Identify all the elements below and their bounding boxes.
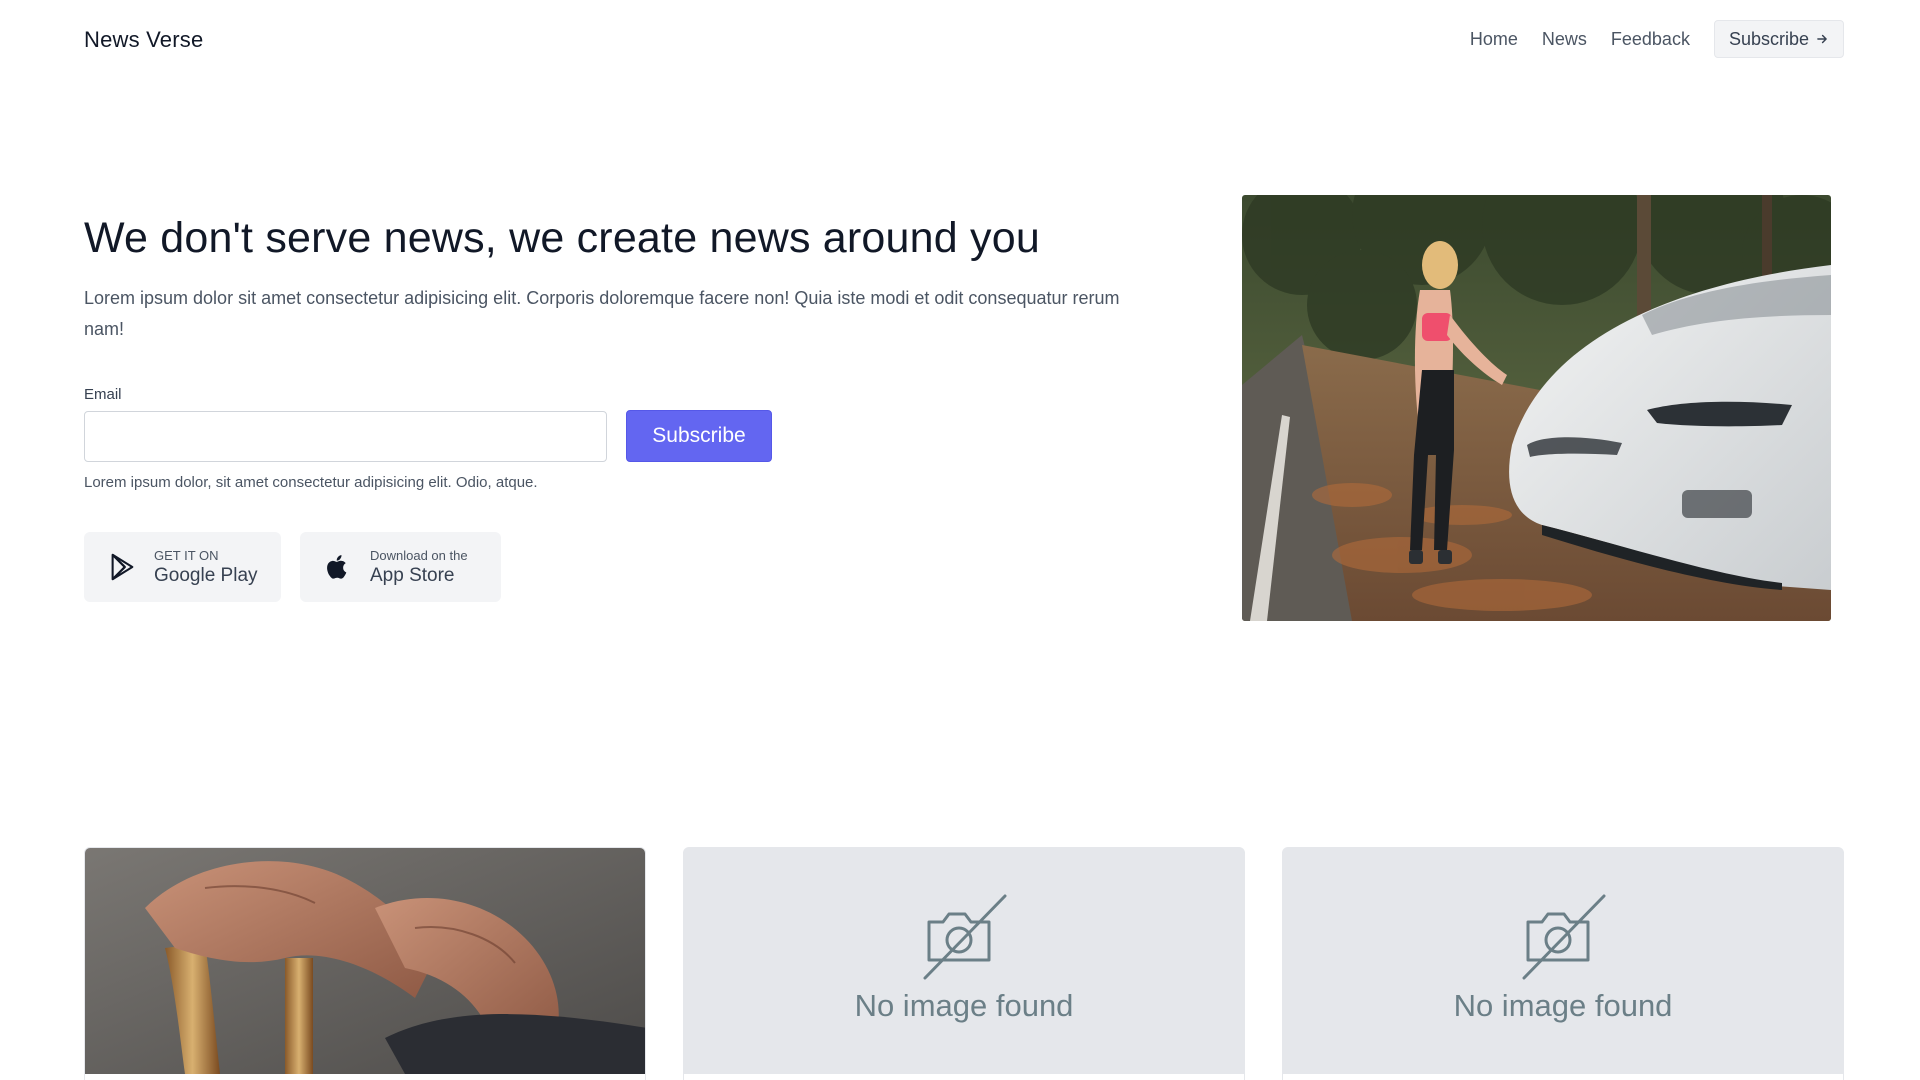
- news-card-image: [85, 848, 645, 1074]
- hero-title: We don't serve news, we create news arou…: [84, 214, 1040, 262]
- apple-icon: [322, 551, 354, 583]
- camera-off-icon: [923, 894, 1007, 980]
- site-header: News Verse Home News Feedback Subscribe: [0, 0, 1920, 80]
- no-image-text: No image found: [854, 988, 1074, 1023]
- hero-image: [1242, 195, 1831, 621]
- google-play-button[interactable]: GET IT ON Google Play: [84, 532, 281, 602]
- nav-home[interactable]: Home: [1470, 29, 1518, 50]
- no-image-placeholder: No image found: [684, 848, 1244, 1074]
- news-card[interactable]: No image found: [1282, 847, 1844, 1080]
- google-play-icon: [106, 551, 138, 583]
- nav-subscribe-button[interactable]: Subscribe: [1713, 20, 1844, 58]
- google-play-label: Google Play: [154, 564, 258, 586]
- nav-feedback[interactable]: Feedback: [1611, 29, 1690, 50]
- email-input[interactable]: [84, 411, 607, 462]
- brand-logo[interactable]: News Verse: [84, 27, 203, 53]
- no-image-text: No image found: [1453, 988, 1673, 1023]
- news-card[interactable]: [84, 847, 646, 1080]
- google-play-small-text: GET IT ON: [154, 547, 219, 563]
- app-store-label: App Store: [370, 564, 455, 586]
- nav-subscribe-label: Subscribe: [1728, 28, 1809, 49]
- no-image-placeholder: No image found: [1283, 848, 1843, 1074]
- email-helper-text: Lorem ipsum dolor, sit amet consectetur …: [84, 474, 538, 491]
- app-store-button[interactable]: Download on the App Store: [300, 532, 501, 602]
- main-nav: Home News Feedback Subscribe: [1470, 20, 1844, 58]
- email-label: Email: [84, 386, 122, 403]
- app-store-small-text: Download on the: [370, 547, 468, 563]
- hero-description: Lorem ipsum dolor sit amet consectetur a…: [84, 288, 1120, 339]
- nav-news[interactable]: News: [1542, 29, 1587, 50]
- news-card[interactable]: No image found: [683, 847, 1245, 1080]
- subscribe-button[interactable]: Subscribe: [626, 410, 772, 462]
- arrow-right-icon: [1817, 34, 1827, 44]
- camera-off-icon: [1522, 894, 1606, 980]
